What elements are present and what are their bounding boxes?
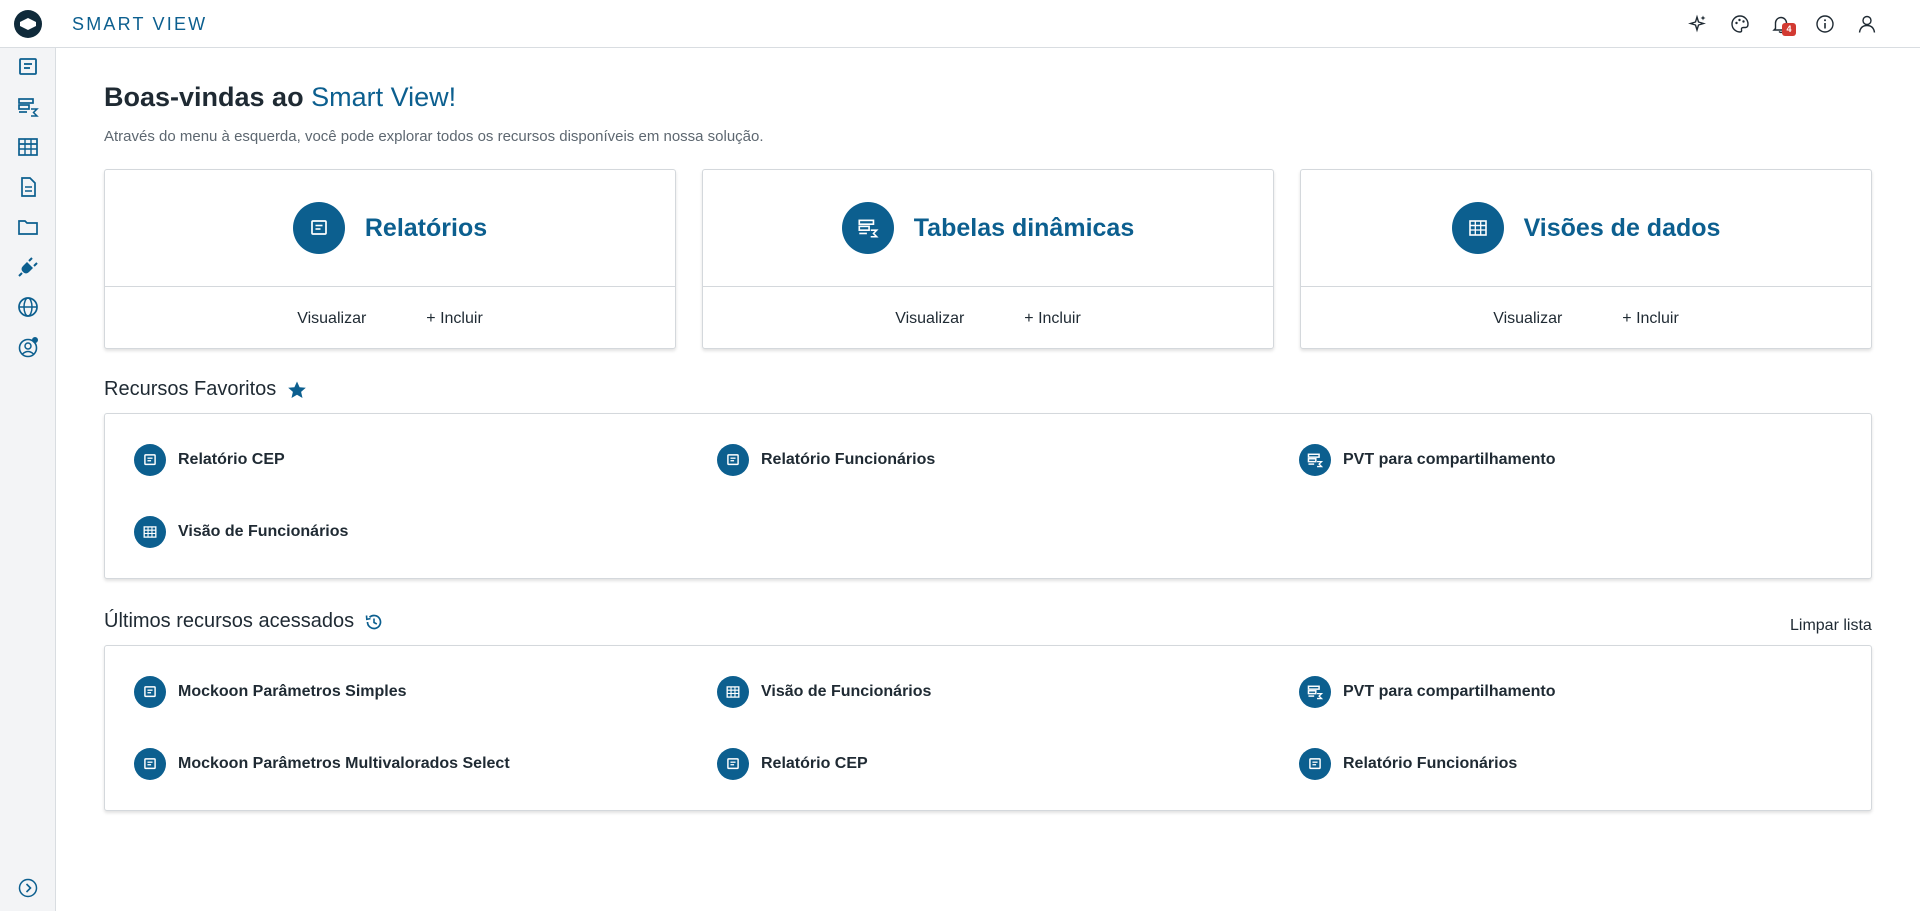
pivot-table-icon [841,202,894,254]
star-icon [288,381,307,398]
history-icon [365,614,382,629]
clear-list-button[interactable]: Limpar lista [1790,617,1872,635]
logo-icon [14,9,42,38]
report-icon [717,444,749,476]
data-view-icon [134,516,166,548]
chevron-right-circle-icon [18,878,38,898]
palette-icon [1731,15,1749,33]
data-views-icon [18,138,38,156]
favorite-item-label: Relatório Funcionários [761,451,936,468]
card-reports-header[interactable]: Relatórios [105,170,675,287]
data-view-icon [717,676,749,708]
notifications-button[interactable]: 4 [1769,12,1796,36]
report-icon [134,748,166,780]
pivot-table-icon [1299,444,1331,476]
recent-item-label: Relatório Funcionários [1343,755,1518,772]
recent-title: Últimos recursos acessados [104,610,355,632]
favorites-title: Recursos Favoritos [104,378,277,400]
recent-item[interactable]: Visão de Funcionários [717,676,931,708]
info-button[interactable] [1813,12,1837,36]
recent-item-label: Relatório CEP [761,755,868,772]
plug-icon [18,257,38,277]
ai-assistant-button[interactable] [1686,12,1710,36]
sparkle-icon [1688,14,1706,33]
card-title: Visões de dados [1523,213,1721,242]
report-icon [134,444,166,476]
view-data-views-button[interactable]: Visualizar [1493,310,1562,328]
favorites-section-title: Recursos Favoritos [104,378,308,401]
favorite-item[interactable]: Relatório Funcionários [717,444,935,476]
sidebar-item-connectors[interactable] [0,247,56,287]
user-settings-icon [18,337,38,358]
app-logo[interactable] [0,0,56,48]
card-actions: Visualizar + Incluir [703,287,1273,350]
recent-item[interactable]: Relatório CEP [717,748,868,780]
card-actions: Visualizar + Incluir [105,287,675,350]
document-icon [21,177,36,197]
sidebar-item-data-views[interactable] [0,127,56,167]
recent-item[interactable]: Relatório Funcionários [1299,748,1517,780]
favorite-item[interactable]: PVT para compartilhamento [1299,444,1556,476]
reports-icon [19,58,37,75]
folder-icon [18,220,38,235]
card-data-views: Visões de dados Visualizar + Incluir [1300,169,1872,349]
app-title: SMART VIEW [72,14,208,34]
sidebar-item-pivot-tables[interactable] [0,87,56,127]
card-title: Tabelas dinâmicas [913,213,1135,242]
sidebar-expand-button[interactable] [0,868,56,908]
favorite-item[interactable]: Visão de Funcionários [134,516,348,548]
favorite-item-label: PVT para compartilhamento [1343,451,1556,468]
recent-panel: Mockoon Parâmetros Simples Visão de Func… [104,645,1872,811]
sidebar-item-folders[interactable] [0,207,56,247]
top-bar: SMART VIEW 4 [56,0,1920,48]
card-pivot-tables: Tabelas dinâmicas Visualizar + Incluir [702,169,1274,349]
favorite-item-label: Visão de Funcionários [178,523,349,540]
card-reports: Relatórios Visualizar + Incluir [104,169,676,349]
recent-item-label: Visão de Funcionários [761,683,932,700]
card-actions: Visualizar + Incluir [1301,287,1871,350]
report-icon [717,748,749,780]
notification-badge: 4 [1782,23,1796,36]
welcome-prefix: Boas-vindas ao [104,82,312,112]
recent-item[interactable]: PVT para compartilhamento [1299,676,1556,708]
report-icon [1299,748,1331,780]
report-icon [134,676,166,708]
favorite-item[interactable]: Relatório CEP [134,444,285,476]
favorites-panel: Relatório CEP Relatório Funcionários PVT… [104,413,1872,579]
sidebar-item-documents[interactable] [0,167,56,207]
welcome-title: Boas-vindas ao Smart View! [104,82,456,113]
recent-item-label: Mockoon Parâmetros Multivalorados Select [178,755,510,772]
sidebar [0,0,56,911]
recent-section-title: Últimos recursos acessados [104,610,384,633]
globe-icon [18,297,38,317]
view-reports-button[interactable]: Visualizar [297,310,366,328]
card-pivot-tables-header[interactable]: Tabelas dinâmicas [703,170,1273,287]
recent-item-label: PVT para compartilhamento [1343,683,1556,700]
add-pivot-table-button[interactable]: + Incluir [1024,310,1080,328]
favorite-item-label: Relatório CEP [178,451,285,468]
sidebar-item-reports[interactable] [0,47,56,87]
welcome-accent: Smart View! [311,82,457,112]
card-data-views-header[interactable]: Visões de dados [1301,170,1871,287]
info-icon [1816,15,1834,33]
add-report-button[interactable]: + Incluir [426,310,482,328]
sidebar-item-user-settings[interactable] [0,327,56,367]
pivot-tables-icon [18,98,39,117]
data-view-icon [1451,202,1504,254]
user-icon [1858,15,1876,33]
pivot-table-icon [1299,676,1331,708]
card-title: Relatórios [364,213,488,242]
welcome-subtitle: Através do menu à esquerda, você pode ex… [104,128,764,145]
view-pivot-tables-button[interactable]: Visualizar [895,310,964,328]
report-icon [292,202,345,254]
sidebar-item-web[interactable] [0,287,56,327]
recent-item[interactable]: Mockoon Parâmetros Multivalorados Select [134,748,510,780]
recent-item[interactable]: Mockoon Parâmetros Simples [134,676,407,708]
theme-button[interactable] [1728,12,1752,36]
add-data-view-button[interactable]: + Incluir [1622,310,1678,328]
recent-item-label: Mockoon Parâmetros Simples [178,683,407,700]
user-profile-button[interactable] [1855,12,1879,36]
